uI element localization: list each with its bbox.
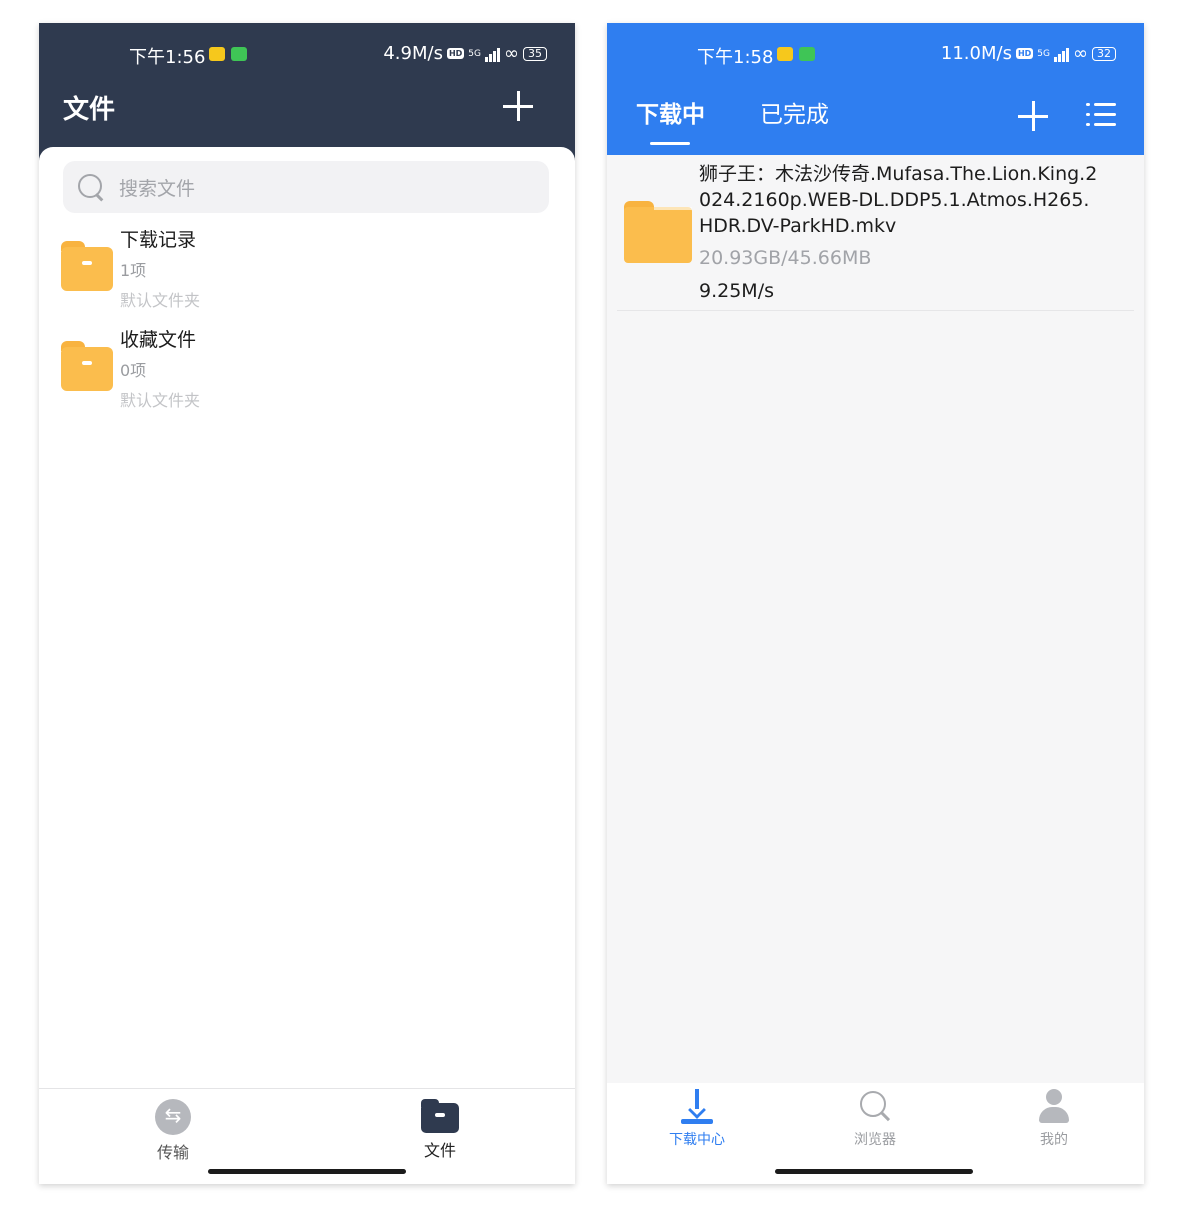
bottom-nav: 传输 文件 (39, 1088, 575, 1184)
download-item[interactable]: 狮子王：木法沙传奇.Mufasa.The.Lion.King.2024.2160… (617, 155, 1134, 311)
tab-downloading[interactable]: 下载中 (636, 95, 705, 129)
network-type: 5G (1037, 48, 1050, 59)
nav-label: 浏览器 (854, 1132, 896, 1148)
app-notification-icon (799, 47, 815, 61)
link-icon: ∞ (504, 43, 519, 64)
status-time: 下午1:56 (129, 47, 206, 68)
search-placeholder: 搜索文件 (119, 177, 196, 200)
folder-name: 收藏文件 (120, 329, 197, 351)
nav-transfer[interactable]: 传输 (133, 1099, 213, 1163)
search-icon (77, 173, 105, 201)
status-time: 下午1:58 (697, 47, 774, 68)
nav-label: 下载中心 (669, 1132, 725, 1148)
download-filename: 狮子王：木法沙传奇.Mufasa.The.Lion.King.2024.2160… (699, 163, 1098, 237)
status-right: 11.0M/s HD 5G ∞ 32 (941, 43, 1116, 64)
list-menu-icon[interactable] (1086, 100, 1116, 130)
folder-icon (61, 341, 113, 391)
notification-icon (209, 47, 225, 61)
nav-me[interactable]: 我的 (1004, 1089, 1104, 1149)
tab-completed[interactable]: 已完成 (760, 95, 829, 129)
download-list: 狮子王：木法沙传奇.Mufasa.The.Lion.King.2024.2160… (607, 155, 1144, 1083)
files-screen: 下午1:56 4.9M/s HD 5G ∞ 35 文件 搜索文件 下载记录 1项… (39, 23, 575, 1184)
hd-icon: HD (446, 48, 465, 59)
battery-icon: 35 (523, 46, 547, 61)
download-speed: 9.25M/s (699, 280, 774, 302)
status-bar: 下午1:58 11.0M/s HD 5G ∞ 32 (607, 43, 1144, 68)
download-screen: 下午1:58 11.0M/s HD 5G ∞ 32 下载中 已完成 狮子王：木法… (607, 23, 1144, 1184)
nav-label: 传输 (156, 1143, 189, 1162)
page-title: 文件 (63, 95, 116, 125)
add-icon[interactable] (503, 91, 535, 123)
app-notification-icon (231, 47, 247, 61)
status-right: 4.9M/s HD 5G ∞ 35 (383, 43, 547, 64)
folder-icon (421, 1099, 459, 1133)
active-tab-indicator (650, 142, 690, 145)
folder-count: 1项 (120, 261, 147, 280)
network-type: 5G (468, 48, 481, 59)
folder-name: 下载记录 (120, 229, 197, 251)
status-bar: 下午1:56 4.9M/s HD 5G ∞ 35 (39, 43, 575, 68)
nav-browser[interactable]: 浏览器 (825, 1089, 925, 1149)
link-icon: ∞ (1073, 43, 1088, 64)
network-speed: 11.0M/s (940, 43, 1012, 64)
transfer-icon (155, 1099, 191, 1135)
signal-icon (1054, 46, 1069, 62)
folder-icon (624, 201, 692, 263)
user-icon (1036, 1089, 1072, 1125)
home-indicator[interactable] (775, 1169, 973, 1174)
search-input[interactable]: 搜索文件 (63, 161, 549, 213)
notification-icon (777, 47, 793, 61)
battery-icon: 32 (1092, 46, 1116, 61)
file-list-sheet: 搜索文件 下载记录 1项 默认文件夹 收藏文件 0项 默认文件夹 (39, 147, 575, 1184)
nav-download-center[interactable]: 下载中心 (647, 1089, 747, 1149)
signal-icon (485, 46, 500, 62)
header-bar: 下午1:58 11.0M/s HD 5G ∞ 32 下载中 已完成 (607, 23, 1144, 155)
hd-icon: HD (1015, 48, 1034, 59)
home-indicator[interactable] (208, 1169, 406, 1174)
folder-count: 0项 (120, 361, 147, 380)
folder-subtitle: 默认文件夹 (120, 391, 201, 410)
add-icon[interactable] (1018, 101, 1050, 133)
folder-subtitle: 默认文件夹 (120, 291, 201, 310)
bottom-nav: 下载中心 浏览器 我的 (607, 1083, 1144, 1184)
folder-item-favorites[interactable]: 收藏文件 0项 默认文件夹 (61, 325, 551, 421)
download-icon (679, 1089, 715, 1125)
search-icon (857, 1089, 893, 1125)
folder-item-download-history[interactable]: 下载记录 1项 默认文件夹 (61, 225, 551, 321)
folder-icon (61, 241, 113, 291)
network-speed: 4.9M/s (383, 43, 443, 64)
nav-label: 文件 (423, 1141, 456, 1160)
nav-label: 我的 (1040, 1132, 1068, 1148)
download-progress: 20.93GB/45.66MB (699, 247, 872, 269)
nav-files[interactable]: 文件 (400, 1099, 480, 1161)
